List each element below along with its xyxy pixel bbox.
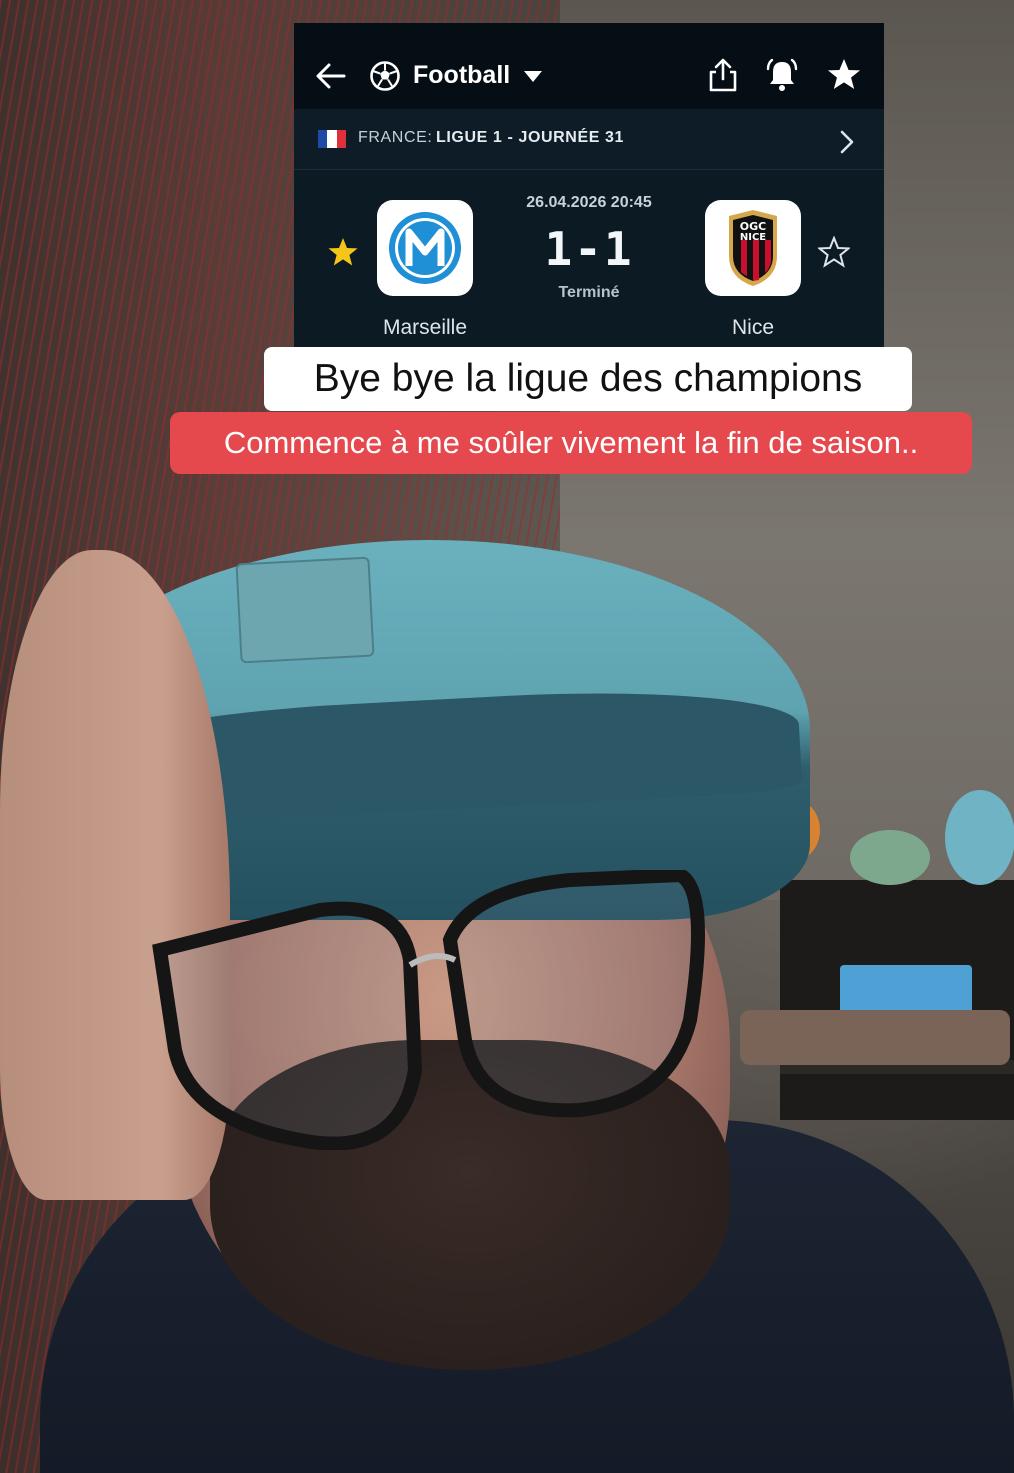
dropdown-caret-icon[interactable]: [523, 69, 543, 83]
away-team-name[interactable]: Nice: [673, 316, 833, 340]
favorite-away-star-icon[interactable]: [818, 236, 850, 268]
league-bar[interactable]: FRANCE: LIGUE 1 - JOURNÉE 31: [294, 109, 884, 170]
glasses: [152, 870, 705, 1150]
hat-badge: [235, 556, 375, 664]
app-header: Football: [294, 23, 884, 109]
back-arrow-icon[interactable]: [314, 59, 348, 93]
match-card: Football FRANCE: LIGUE 1 - JOURNÉE 31 26…: [294, 23, 884, 347]
france-flag-icon: [318, 130, 346, 148]
match-summary: 26.04.2026 20:45 1-1 Terminé OGC NICE Ma…: [294, 170, 884, 347]
nice-crest[interactable]: OGC NICE: [705, 200, 801, 296]
league-name: LIGUE 1 - JOURNÉE 31: [436, 129, 625, 146]
figurine-bulbasaur: [850, 830, 930, 885]
home-team-name[interactable]: Marseille: [345, 316, 505, 340]
svg-text:NICE: NICE: [740, 232, 766, 243]
star-icon[interactable]: [826, 57, 862, 93]
funko-figures: [740, 1010, 1010, 1065]
caption-primary: Bye bye la ligue des champions: [264, 347, 912, 411]
nice-logo-icon: OGC NICE: [729, 210, 777, 286]
bell-icon[interactable]: [764, 57, 800, 93]
chevron-right-icon: [840, 130, 854, 154]
sport-title[interactable]: Football: [413, 61, 510, 90]
soccer-ball-icon: [370, 61, 400, 91]
share-icon[interactable]: [706, 57, 740, 93]
caption-secondary: Commence à me soûler vivement la fin de …: [170, 412, 972, 474]
league-country: FRANCE:: [358, 129, 433, 146]
figurine-squirtle: [945, 790, 1014, 885]
